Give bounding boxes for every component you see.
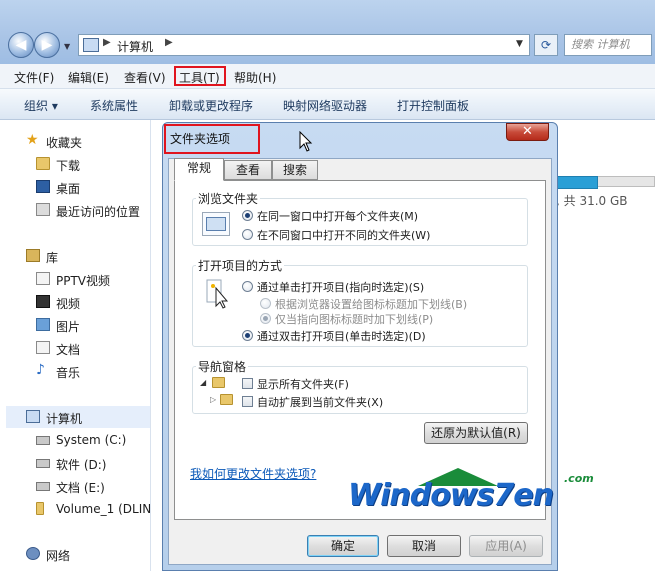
- checkbox-show-all-folders[interactable]: [242, 378, 253, 389]
- menu-help[interactable]: 帮助(H): [234, 69, 276, 86]
- tools-menu-highlight: [174, 66, 226, 86]
- desktop-icon: [36, 180, 50, 193]
- tab-search[interactable]: 搜索: [272, 160, 318, 180]
- nav-item-label: 软件 (D:): [56, 458, 107, 472]
- ok-button[interactable]: 确定: [307, 535, 379, 557]
- dialog-title-highlight: [164, 124, 260, 154]
- tree-expanded-icon: ◢: [200, 378, 207, 387]
- pictures-icon: [36, 318, 50, 331]
- dialog-close-button[interactable]: ✕: [506, 123, 549, 141]
- nav-item-label: PPTV视频: [56, 274, 111, 288]
- restore-defaults-button[interactable]: 还原为默认值(R): [424, 422, 528, 444]
- menu-edit[interactable]: 编辑(E): [68, 69, 109, 86]
- recent-places-icon: [36, 203, 50, 216]
- nav-item-label: 下载: [56, 159, 81, 173]
- pptv-video-icon: [36, 272, 50, 285]
- folder-icon: [220, 394, 233, 405]
- option-underline-point-label[interactable]: 仅当指向图标标题时加下划线(P): [275, 311, 433, 327]
- nav-item-label: 文档 (E:): [56, 481, 105, 495]
- option-auto-expand-label[interactable]: 自动扩展到当前文件夹(X): [257, 394, 383, 410]
- nav-item-label: 视频: [56, 297, 81, 311]
- recent-pages-dropdown-icon[interactable]: ▼: [64, 42, 70, 51]
- uninstall-program-button[interactable]: 卸载或更改程序: [169, 97, 253, 114]
- system-properties-button[interactable]: 系统属性: [90, 97, 138, 114]
- radio-double-click[interactable]: [242, 330, 253, 341]
- organize-button[interactable]: 组织 ▾: [24, 97, 58, 114]
- option-same-window-label[interactable]: 在同一窗口中打开每个文件夹(M): [257, 208, 418, 224]
- nav-network-label: 网络: [46, 549, 71, 563]
- menu-file[interactable]: 文件(F): [14, 69, 54, 86]
- option-new-window-label[interactable]: 在不同窗口中打开不同的文件夹(W): [257, 227, 430, 243]
- network-icon: [26, 547, 40, 560]
- apply-button[interactable]: 应用(A): [469, 535, 543, 557]
- folder-icon: [212, 377, 225, 388]
- star-icon: ★: [26, 132, 39, 148]
- address-bar[interactable]: ▶ 计算机 ▶: [78, 34, 530, 56]
- drive-icon: [36, 436, 50, 445]
- breadcrumb-separator-icon[interactable]: ▶: [103, 37, 111, 48]
- refresh-button[interactable]: ⟳: [534, 34, 558, 56]
- radio-underline-point[interactable]: [260, 313, 271, 324]
- option-show-all-folders-label[interactable]: 显示所有文件夹(F): [257, 376, 349, 392]
- menu-bar: 文件(F) 编辑(E) 查看(V) 工具(T) 帮助(H): [0, 64, 655, 89]
- nav-item-label: 图片: [56, 320, 81, 334]
- nav-item-label: Volume_1 (DLIN: [56, 502, 150, 516]
- drive-usage-fill: [556, 176, 598, 189]
- nav-item-label: System (C:): [56, 433, 127, 447]
- help-link[interactable]: 我如何更改文件夹选项?: [190, 465, 316, 482]
- nav-item-label: 音乐: [56, 366, 81, 380]
- tab-view[interactable]: 查看: [224, 160, 272, 180]
- watermark-suffix: .com: [564, 472, 594, 485]
- command-bar: 组织 ▾ 系统属性 卸载或更改程序 映射网络驱动器 打开控制面板: [0, 89, 655, 120]
- watermark-text: Windows7en: [348, 478, 554, 513]
- menu-view[interactable]: 查看(V): [124, 69, 166, 86]
- nav-item-label: 最近访问的位置: [56, 205, 141, 219]
- music-icon: ♪: [36, 362, 45, 378]
- search-input[interactable]: 搜索 计算机: [564, 34, 652, 56]
- navigation-pane: ★ 收藏夹 下载 桌面 最近访问的位置 库 PPTV视频 视频 图片 文档 ♪ …: [0, 120, 151, 571]
- drive-icon: [36, 459, 50, 468]
- breadcrumb-separator-icon[interactable]: ▶: [165, 37, 173, 48]
- option-double-click-label[interactable]: 通过双击打开项目(单击时选定)(D): [257, 328, 426, 344]
- computer-icon: [83, 38, 99, 52]
- video-icon: [36, 295, 50, 308]
- open-control-panel-button[interactable]: 打开控制面板: [397, 97, 469, 114]
- nav-buttons: ◀ ▶: [8, 32, 68, 58]
- tab-general[interactable]: 常规: [174, 158, 224, 181]
- map-network-drive-button[interactable]: 映射网络驱动器: [283, 97, 367, 114]
- nav-item-label: 文档: [56, 343, 81, 357]
- downloads-folder-icon: [36, 157, 50, 170]
- option-single-click-label[interactable]: 通过单击打开项目(指向时选定)(S): [257, 279, 424, 295]
- forward-button[interactable]: ▶: [34, 32, 60, 58]
- nav-item-volume1[interactable]: Volume_1 (DLIN: [0, 500, 150, 520]
- pointer-click-illustration-icon: [204, 278, 230, 310]
- windows7en-watermark: Windows7en .com: [348, 468, 608, 516]
- radio-new-window[interactable]: [242, 229, 253, 240]
- network-drive-icon: [36, 502, 44, 515]
- computer-icon: [26, 410, 40, 423]
- mouse-cursor-icon: [299, 131, 313, 152]
- nav-item-label: 桌面: [56, 182, 81, 196]
- browse-folders-illustration-icon: [202, 212, 230, 236]
- back-button[interactable]: ◀: [8, 32, 34, 58]
- nav-computer-label: 计算机: [46, 412, 83, 426]
- radio-underline-browser[interactable]: [260, 298, 271, 309]
- browse-folders-title: 浏览文件夹: [196, 190, 261, 207]
- library-icon: [26, 249, 40, 262]
- tree-collapsed-icon: ▷: [210, 395, 217, 404]
- drive-size-text: , 共 31.0 GB: [556, 194, 628, 208]
- option-underline-browser-label[interactable]: 根据浏览器设置给图标标题加下划线(B): [275, 296, 467, 312]
- address-segment-computer[interactable]: 计算机: [117, 38, 153, 55]
- nav-favorites-label: 收藏夹: [46, 136, 83, 150]
- click-items-title: 打开项目的方式: [196, 257, 285, 274]
- radio-single-click[interactable]: [242, 281, 253, 292]
- address-dropdown-icon[interactable]: ▼: [516, 39, 523, 49]
- cancel-button[interactable]: 取消: [387, 535, 461, 557]
- navigation-pane-title: 导航窗格: [196, 358, 249, 375]
- nav-libraries-label: 库: [46, 251, 59, 265]
- checkbox-auto-expand[interactable]: [242, 396, 253, 407]
- radio-same-window[interactable]: [242, 210, 253, 221]
- documents-icon: [36, 341, 50, 354]
- drive-icon: [36, 482, 50, 491]
